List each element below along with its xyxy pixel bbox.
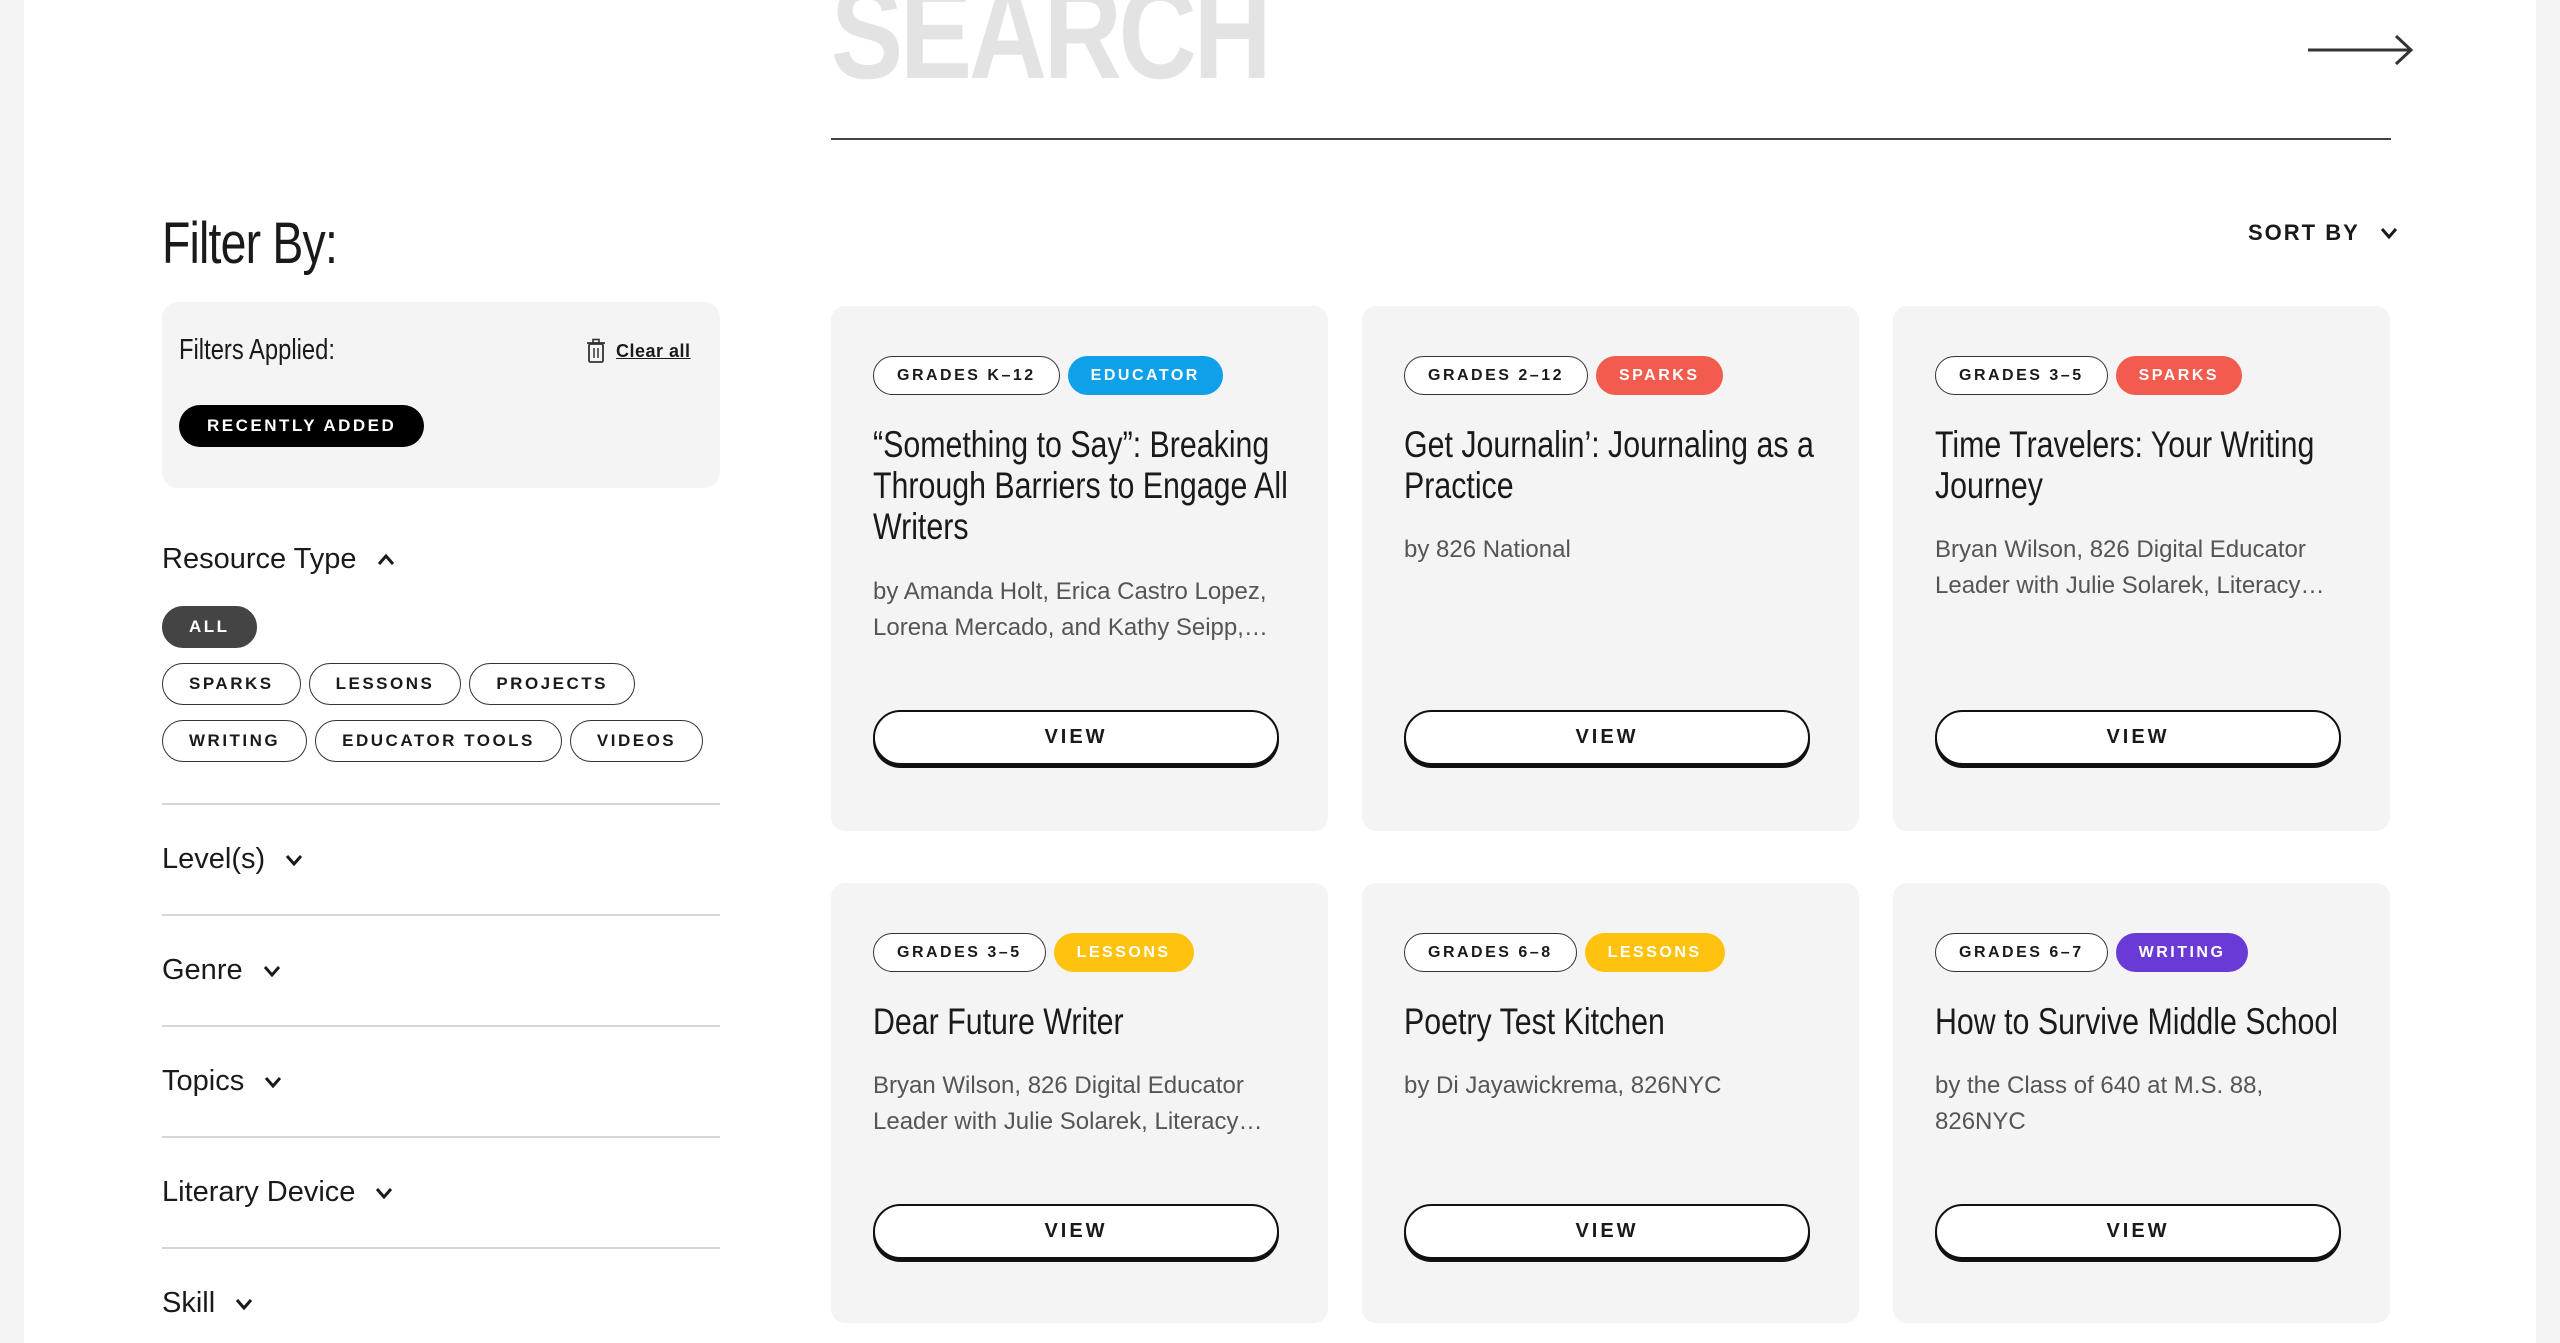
grade-badge: GRADES 3–5 <box>1935 356 2108 395</box>
card-title: Dear Future Writer <box>873 1001 1124 1042</box>
type-badge: WRITING <box>2115 933 2249 972</box>
divider <box>162 1136 720 1138</box>
skill-label: Skill <box>162 1287 216 1319</box>
type-badge: EDUCATOR <box>1067 356 1223 395</box>
card-author: by 826 National <box>1404 536 1571 563</box>
filter-title: Filter By: <box>162 211 338 276</box>
view-button[interactable]: VIEW <box>1935 710 2341 765</box>
chevron-down-icon <box>286 854 303 866</box>
topics-label: Topics <box>162 1065 245 1097</box>
chevron-down-icon <box>2380 228 2397 240</box>
card-title: How to Survive Middle School <box>1935 1001 2339 1042</box>
filters-applied-label: Filters Applied: <box>179 334 335 366</box>
card-tags: GRADES 3–5 SPARKS <box>1935 356 2243 395</box>
chip-all[interactable]: ALL <box>162 606 257 648</box>
resource-type-row-2: SPARKS LESSONS PROJECTS <box>162 663 635 705</box>
chip-educator-tools[interactable]: EDUCATOR TOOLS <box>315 720 562 762</box>
chevron-down-icon <box>376 1187 393 1199</box>
grade-badge: GRADES 6–8 <box>1404 933 1577 972</box>
chip-projects[interactable]: PROJECTS <box>469 663 635 705</box>
card-tags: GRADES 2–12 SPARKS <box>1404 356 1723 395</box>
card-title: “Something to Say”: Breaking Through Bar… <box>873 424 1288 547</box>
search-input[interactable] <box>831 0 1897 102</box>
grade-badge: GRADES 2–12 <box>1404 356 1588 395</box>
view-button[interactable]: VIEW <box>873 1204 1279 1259</box>
trash-icon <box>587 338 605 363</box>
clear-all-button[interactable]: Clear all <box>586 338 691 364</box>
resource-type-toggle[interactable]: Resource Type <box>162 543 397 576</box>
sort-by-label: SORT BY <box>2248 220 2360 245</box>
chevron-down-icon <box>263 965 280 977</box>
type-badge: LESSONS <box>1584 933 1725 972</box>
chevron-up-icon <box>377 553 394 565</box>
resource-card: GRADES 3–5 LESSONS Dear Future Writer Br… <box>831 883 1328 1323</box>
applied-filter-chip[interactable]: RECENTLY ADDED <box>179 405 425 447</box>
resource-card: GRADES 6–8 LESSONS Poetry Test Kitchen b… <box>1362 883 1859 1323</box>
clear-all-label: Clear all <box>616 340 691 361</box>
topics-toggle[interactable]: Topics <box>162 1065 284 1098</box>
view-button[interactable]: VIEW <box>1404 1204 1810 1259</box>
grade-badge: GRADES 3–5 <box>873 933 1046 972</box>
page: Filter By: Filters Applied: Clear all RE… <box>24 0 2536 1343</box>
genre-toggle[interactable]: Genre <box>162 954 283 987</box>
literary-device-toggle[interactable]: Literary Device <box>162 1176 395 1209</box>
card-title: Time Travelers: Your Writing Journey <box>1935 424 2315 506</box>
view-button[interactable]: VIEW <box>873 710 1279 765</box>
type-badge: LESSONS <box>1053 933 1194 972</box>
chip-lessons[interactable]: LESSONS <box>308 663 462 705</box>
chevron-down-icon <box>236 1298 253 1310</box>
card-author: Bryan Wilson, 826 Digital Educator Leade… <box>1935 536 2306 599</box>
literary-device-label: Literary Device <box>162 1176 356 1208</box>
view-button[interactable]: VIEW <box>1935 1204 2341 1259</box>
type-badge: SPARKS <box>1596 356 1723 395</box>
arrow-right-icon[interactable] <box>2306 30 2416 70</box>
divider <box>162 1247 720 1249</box>
divider <box>162 1025 720 1027</box>
resource-type-label: Resource Type <box>162 543 357 575</box>
sort-by-dropdown[interactable]: SORT BY <box>2248 220 2400 246</box>
card-author: by the Class of 640 at M.S. 88, 826NYC <box>1935 1072 2264 1135</box>
card-title: Poetry Test Kitchen <box>1404 1001 1665 1042</box>
search-bar <box>831 0 2414 140</box>
card-tags: GRADES 3–5 LESSONS <box>873 933 1194 972</box>
divider <box>162 803 720 805</box>
resource-type-row-1: ALL <box>162 606 257 648</box>
card-tags: GRADES 6–8 LESSONS <box>1404 933 1725 972</box>
resource-card: GRADES K–12 EDUCATOR “Something to Say”:… <box>831 306 1328 831</box>
resource-type-row-3: WRITING EDUCATOR TOOLS VIDEOS <box>162 720 704 762</box>
chip-videos[interactable]: VIDEOS <box>569 720 704 762</box>
levels-label: Level(s) <box>162 843 266 875</box>
chevron-down-icon <box>265 1076 282 1088</box>
divider <box>162 914 720 916</box>
resource-card: GRADES 2–12 SPARKS Get Journalin’: Journ… <box>1362 306 1859 831</box>
card-title: Get Journalin’: Journaling as a Practice <box>1404 424 1814 506</box>
chip-sparks[interactable]: SPARKS <box>162 663 301 705</box>
filters-applied-panel: Filters Applied: Clear all RECENTLY ADDE… <box>162 302 720 488</box>
card-tags: GRADES K–12 EDUCATOR <box>873 356 1223 395</box>
card-author: Bryan Wilson, 826 Digital Educator Leade… <box>873 1072 1244 1135</box>
resource-card: GRADES 6–7 WRITING How to Survive Middle… <box>1893 883 2390 1323</box>
type-badge: SPARKS <box>2115 356 2243 395</box>
card-author: by Di Jayawickrema, 826NYC <box>1404 1072 1722 1099</box>
card-tags: GRADES 6–7 WRITING <box>1935 933 2249 972</box>
grade-badge: GRADES K–12 <box>873 356 1060 395</box>
skill-toggle[interactable]: Skill <box>162 1287 255 1320</box>
genre-label: Genre <box>162 954 243 986</box>
card-author: by Amanda Holt, Erica Castro Lopez, Lore… <box>873 578 1267 641</box>
grade-badge: GRADES 6–7 <box>1935 933 2108 972</box>
levels-toggle[interactable]: Level(s) <box>162 843 305 876</box>
resource-card: GRADES 3–5 SPARKS Time Travelers: Your W… <box>1893 306 2390 831</box>
view-button[interactable]: VIEW <box>1404 710 1810 765</box>
chip-writing[interactable]: WRITING <box>162 720 308 762</box>
